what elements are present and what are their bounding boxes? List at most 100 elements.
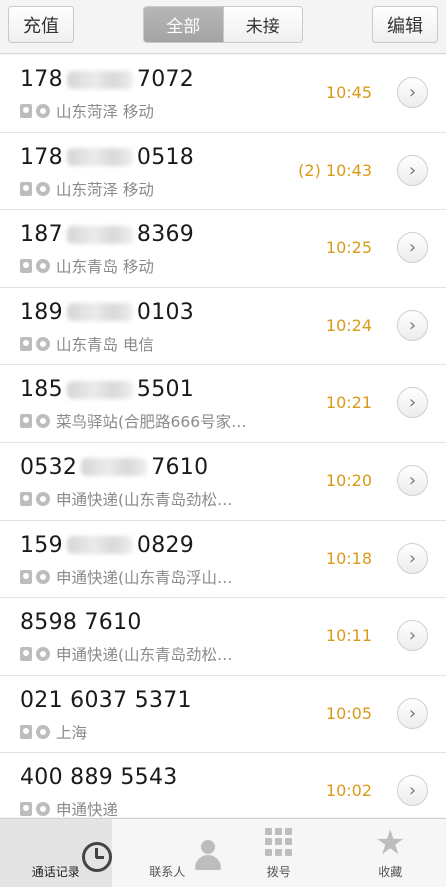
call-time: 10:21 xyxy=(325,393,372,413)
contact-card-icon xyxy=(20,104,32,118)
call-log-row[interactable]: 185 5501 菜鸟驿站(合肥路666号家… 10:21 › xyxy=(0,365,446,443)
call-log-row[interactable]: 021 6037 5371 上海 10:05 › xyxy=(0,675,446,754)
call-location: 申通快递 xyxy=(56,801,119,817)
call-log-row[interactable]: 400 889 5543 申通快递 10:02 › xyxy=(0,753,446,817)
call-type-icon xyxy=(36,802,50,817)
star-icon: ★ xyxy=(375,823,406,863)
tab-label: 拨号 xyxy=(266,865,291,879)
call-log-row[interactable]: 178 7072 山东菏泽 移动 10:45 › xyxy=(0,55,446,133)
contact-card-icon xyxy=(20,491,32,506)
contact-card-icon xyxy=(20,802,32,817)
call-location: 山东青岛 移动 xyxy=(56,258,154,277)
call-type-icon xyxy=(36,724,50,739)
contact-card-icon xyxy=(20,414,32,429)
detail-chevron-icon[interactable]: › xyxy=(397,697,428,729)
call-subtitle: 山东菏泽 移动 xyxy=(20,178,154,200)
number-suffix: 8369 xyxy=(136,222,195,248)
call-type-icon xyxy=(36,414,50,429)
detail-chevron-icon[interactable]: › xyxy=(397,232,428,264)
detail-chevron-icon[interactable]: › xyxy=(397,775,428,807)
phone-number: 8598 7610 xyxy=(20,610,142,635)
call-location: 申通快递(山东青岛浮山… xyxy=(56,568,233,587)
detail-chevron-icon[interactable]: › xyxy=(397,464,428,496)
number-full: 021 6037 5371 xyxy=(20,687,192,713)
tab-label: 通话记录 xyxy=(31,865,80,879)
number-prefix: 178 xyxy=(20,67,63,92)
call-location: 山东菏泽 移动 xyxy=(56,103,154,121)
detail-chevron-icon[interactable]: › xyxy=(397,154,428,186)
detail-chevron-icon[interactable]: › xyxy=(397,620,428,652)
call-subtitle: 山东青岛 电信 xyxy=(20,333,154,355)
number-prefix: 185 xyxy=(20,377,63,403)
number-prefix: 189 xyxy=(20,299,63,325)
call-time: 10:45 xyxy=(325,83,372,102)
detail-chevron-icon[interactable]: › xyxy=(397,387,428,419)
call-subtitle: 申通快递(山东青岛劲松… xyxy=(20,488,233,510)
call-log-row[interactable]: 8598 7610 申通快递(山东青岛劲松… 10:11 › xyxy=(0,598,446,676)
call-log-row[interactable]: 178 0518 山东菏泽 移动 (2) 10:43 › xyxy=(0,132,446,211)
tab-label: 收藏 xyxy=(378,865,403,879)
call-type-icon xyxy=(36,647,50,662)
phone-number: 159 0829 xyxy=(20,533,194,558)
phone-number: 0532 7610 xyxy=(20,455,208,480)
blurred-digits xyxy=(66,380,133,399)
contact-card-icon xyxy=(20,336,32,351)
blurred-digits xyxy=(66,225,133,244)
number-suffix: 0518 xyxy=(136,144,195,170)
call-location: 菜鸟驿站(合肥路666号家… xyxy=(56,413,247,432)
tab-call-log[interactable]: 通话记录 xyxy=(0,819,112,887)
call-log-row[interactable]: 159 0829 申通快递(山东青岛浮山… 10:18 › xyxy=(0,520,446,599)
contact-card-icon xyxy=(20,724,32,739)
blurred-digits xyxy=(66,536,133,555)
call-subtitle: 山东菏泽 移动 xyxy=(20,100,154,122)
tab-favorites[interactable]: ★ 收藏 xyxy=(335,819,446,887)
recharge-button[interactable]: 充值 xyxy=(8,6,74,43)
call-log-row[interactable]: 189 0103 山东青岛 电信 10:24 › xyxy=(0,287,446,366)
tab-contacts[interactable]: 联系人 xyxy=(112,819,224,887)
phone-number: 189 0103 xyxy=(20,300,194,325)
call-time: 10:20 xyxy=(325,470,372,490)
call-filter-segmented-control: 全部 未接 xyxy=(143,6,303,43)
call-time: 10:11 xyxy=(325,626,372,646)
call-subtitle: 申通快递 xyxy=(20,798,118,817)
number-suffix: 5501 xyxy=(136,377,195,403)
call-log-row[interactable]: 187 8369 山东青岛 移动 10:25 › xyxy=(0,210,446,288)
detail-chevron-icon[interactable]: › xyxy=(397,542,428,574)
call-time: (2) 10:43 xyxy=(298,160,372,180)
clock-icon xyxy=(81,842,112,872)
phone-number: 187 8369 xyxy=(20,222,194,247)
call-location: 山东菏泽 移动 xyxy=(56,180,154,199)
call-location: 山东青岛 电信 xyxy=(56,335,154,354)
call-type-icon xyxy=(36,104,50,118)
person-icon xyxy=(193,840,223,872)
number-suffix: 7072 xyxy=(136,67,195,92)
call-time: 10:24 xyxy=(325,315,372,335)
tab-missed[interactable]: 未接 xyxy=(222,7,302,42)
number-suffix: 7610 xyxy=(151,454,209,480)
call-subtitle: 申通快递(山东青岛劲松… xyxy=(20,643,233,665)
bottom-tab-bar: 通话记录 联系人 拨号 ★ 收藏 xyxy=(0,818,446,887)
number-suffix: 0103 xyxy=(136,299,195,325)
blurred-digits xyxy=(66,303,133,322)
blurred-digits xyxy=(81,458,148,477)
tab-label: 联系人 xyxy=(149,865,186,879)
call-type-icon xyxy=(36,259,50,274)
number-prefix: 159 xyxy=(20,532,63,558)
number-full: 400 889 5543 xyxy=(20,765,178,791)
phone-number: 178 0518 xyxy=(20,145,194,170)
number-prefix: 187 xyxy=(20,222,63,248)
tab-all[interactable]: 全部 xyxy=(144,7,223,42)
edit-button[interactable]: 编辑 xyxy=(372,6,438,43)
call-location: 申通快递(山东青岛劲松… xyxy=(56,490,233,509)
call-time: 10:25 xyxy=(325,238,372,258)
contact-card-icon xyxy=(20,181,32,196)
detail-chevron-icon[interactable]: › xyxy=(397,77,428,108)
tab-dialpad[interactable]: 拨号 xyxy=(223,819,335,887)
detail-chevron-icon[interactable]: › xyxy=(397,309,428,341)
call-subtitle: 山东青岛 移动 xyxy=(20,255,154,277)
call-log-row[interactable]: 0532 7610 申通快递(山东青岛劲松… 10:20 › xyxy=(0,442,446,521)
phone-number: 185 5501 xyxy=(20,377,194,402)
number-prefix: 0532 xyxy=(20,454,78,480)
call-subtitle: 菜鸟驿站(合肥路666号家… xyxy=(20,410,247,432)
phone-number: 178 7072 xyxy=(20,67,194,92)
